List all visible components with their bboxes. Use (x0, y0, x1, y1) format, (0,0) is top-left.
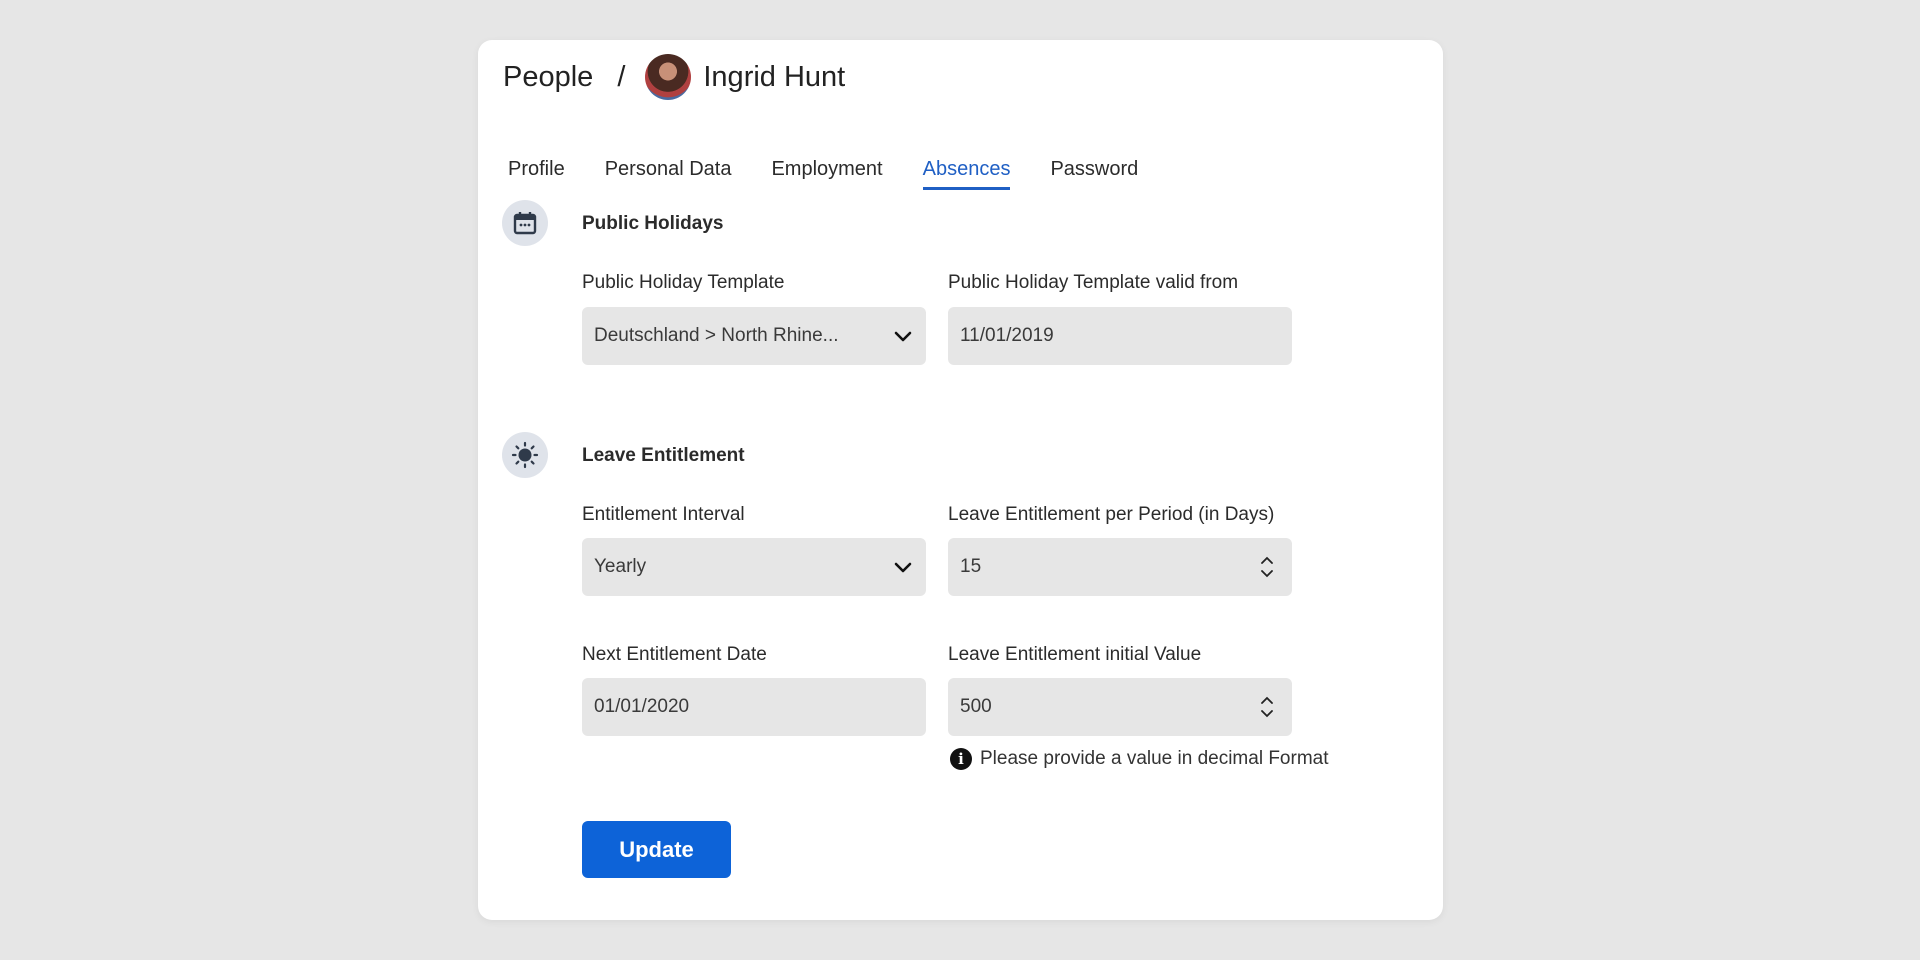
chevron-down-icon[interactable] (1260, 709, 1274, 719)
breadcrumb: People / Ingrid Hunt (503, 50, 845, 104)
breadcrumb-separator: / (617, 60, 626, 93)
per-period-input[interactable]: 15 (948, 538, 1292, 596)
entitlement-interval-select[interactable]: Yearly (582, 538, 926, 596)
public-holidays-title: Public Holidays (582, 213, 724, 234)
valid-from-value: 11/01/2019 (960, 325, 1054, 346)
decimal-format-hint: i Please provide a value in decimal Form… (950, 748, 1329, 770)
public-holiday-template-value: Deutschland > North Rhine... (594, 325, 839, 346)
decimal-format-hint-text: Please provide a value in decimal Format (980, 748, 1329, 769)
chevron-up-icon[interactable] (1260, 695, 1274, 705)
calendar-icon (502, 200, 548, 246)
entitlement-interval-label: Entitlement Interval (582, 504, 745, 525)
public-holiday-template-label: Public Holiday Template (582, 272, 785, 293)
per-period-label: Leave Entitlement per Period (in Days) (948, 504, 1275, 525)
initial-value-value: 500 (960, 696, 992, 717)
sun-icon (502, 432, 548, 478)
tab-absences[interactable]: Absences (922, 158, 1011, 190)
avatar (645, 54, 692, 100)
next-entitlement-date-value: 01/01/2020 (594, 696, 690, 717)
breadcrumb-person-name: Ingrid Hunt (703, 60, 846, 93)
valid-from-field[interactable]: 11/01/2019 (948, 307, 1292, 365)
breadcrumb-people[interactable]: People (503, 61, 593, 94)
leave-entitlement-title: Leave Entitlement (582, 445, 745, 466)
tab-personal-data[interactable]: Personal Data (605, 158, 732, 190)
update-button[interactable]: Update (582, 821, 731, 878)
absences-card: People / Ingrid Hunt Profile Personal Da… (478, 40, 1443, 920)
chevron-down-icon (894, 562, 912, 573)
valid-from-label: Public Holiday Template valid from (948, 272, 1239, 293)
tab-bar: Profile Personal Data Employment Absence… (508, 158, 1138, 190)
entitlement-interval-value: Yearly (594, 556, 647, 577)
chevron-up-icon[interactable] (1260, 555, 1274, 565)
initial-value-stepper[interactable] (1260, 695, 1274, 719)
tab-employment[interactable]: Employment (771, 158, 882, 190)
chevron-down-icon[interactable] (1260, 569, 1274, 579)
tab-profile[interactable]: Profile (508, 158, 565, 190)
initial-value-label: Leave Entitlement initial Value (948, 644, 1202, 665)
next-entitlement-date-label: Next Entitlement Date (582, 644, 767, 665)
tab-password[interactable]: Password (1050, 158, 1138, 190)
per-period-stepper[interactable] (1260, 555, 1274, 579)
info-icon: i (950, 748, 972, 770)
next-entitlement-date-field[interactable]: 01/01/2020 (582, 678, 926, 736)
public-holiday-template-select[interactable]: Deutschland > North Rhine... (582, 307, 926, 365)
initial-value-input[interactable]: 500 (948, 678, 1292, 736)
chevron-down-icon (894, 331, 912, 342)
per-period-value: 15 (960, 556, 982, 577)
